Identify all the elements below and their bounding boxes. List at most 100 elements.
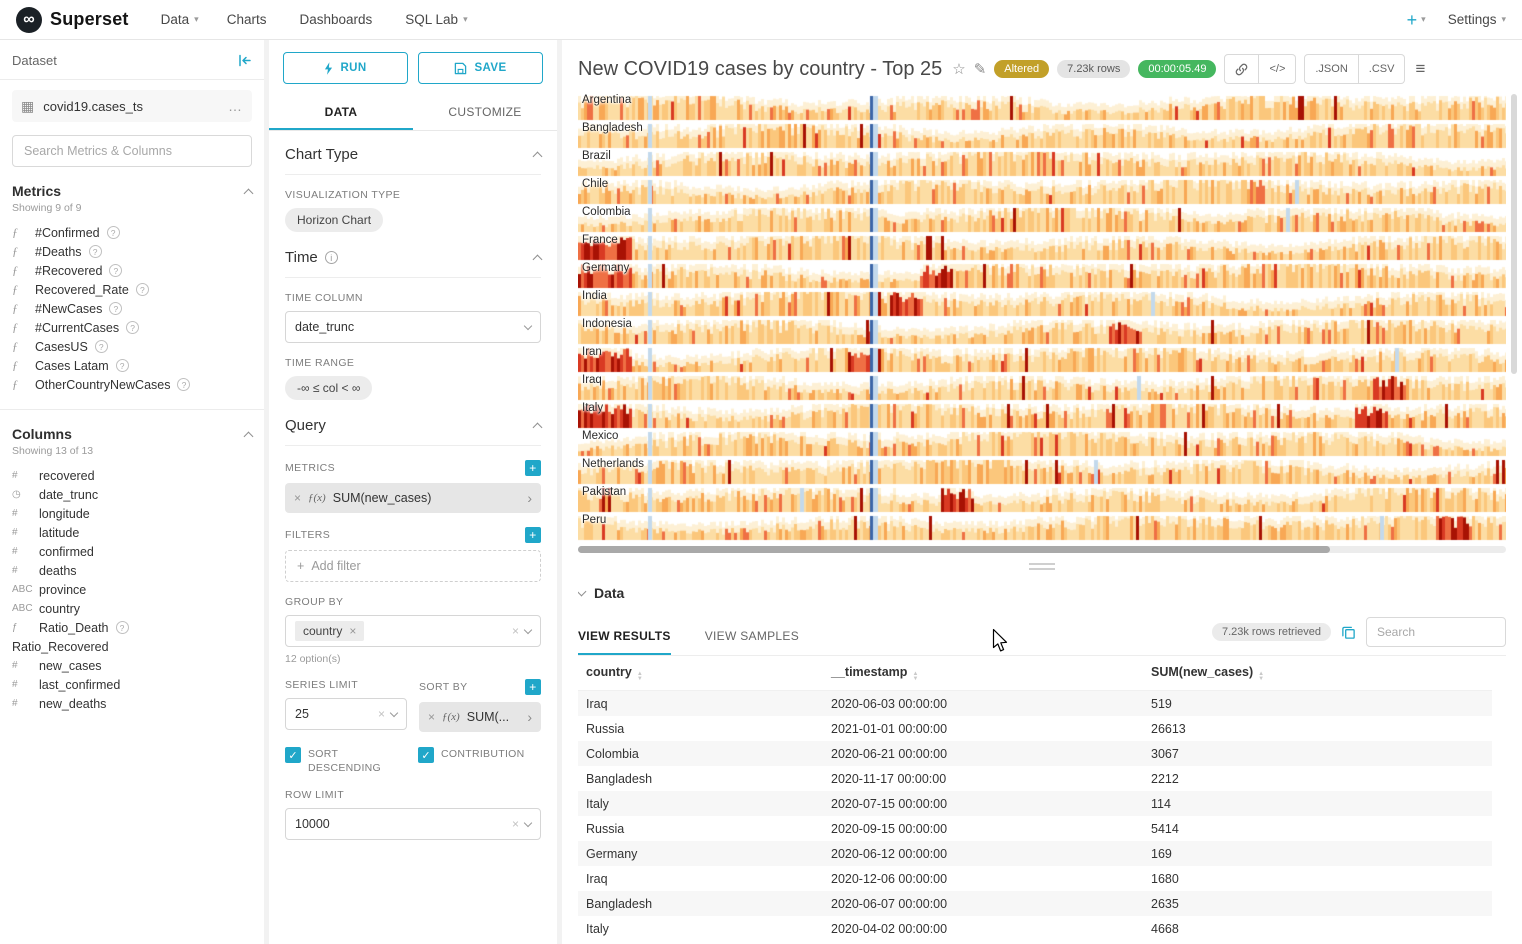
table-row[interactable]: Italy 2020-07-15 00:00:00 114 [578,791,1492,816]
table-row[interactable]: Colombia 2020-06-21 00:00:00 3067 [578,741,1492,766]
copy-link-button[interactable] [1224,54,1259,84]
table-row[interactable]: Iraq 2020-12-06 00:00:00 1680 [578,866,1492,891]
export-csv-button[interactable]: .CSV [1359,54,1406,84]
save-button[interactable]: SAVE [418,52,543,84]
table-row[interactable]: Bangladesh 2020-11-17 00:00:00 2212 [578,766,1492,791]
scrollbar-thumb[interactable] [578,546,1330,553]
sort-icon[interactable]: ▲▼ [912,672,918,682]
column-item[interactable]: ABC country [12,599,252,618]
dataset-more-menu[interactable]: … [228,98,243,114]
add-sort-button[interactable]: + [525,679,541,695]
column-item[interactable]: Ratio_Recovered [12,637,252,656]
sort-icon[interactable]: ▲▼ [637,672,643,682]
chart-horizontal-scrollbar[interactable] [578,546,1506,553]
column-header-timestamp[interactable]: __timestamp▲▼ [823,656,1143,691]
tab-view-results[interactable]: VIEW RESULTS [578,629,671,655]
series-limit-select[interactable]: 25 × [285,698,407,730]
collapse-panel-icon[interactable] [237,54,252,67]
favorite-star-icon[interactable]: ☆ [952,60,965,78]
horizon-chart[interactable]: ArgentinaBangladeshBrazilChileColombiaFr… [578,94,1506,542]
table-row[interactable]: Bangladesh 2020-06-07 00:00:00 2635 [578,891,1492,916]
group-by-tag[interactable]: country × [295,621,364,641]
add-filter-dropzone[interactable]: + Add filter [285,550,541,582]
query-section-title[interactable]: Query [285,417,541,446]
column-item[interactable]: # recovered [12,466,252,485]
remove-tag-icon[interactable]: × [349,624,356,638]
metric-item[interactable]: ƒ CasesUS ? [12,337,252,356]
sort-icon[interactable]: ▲▼ [1258,672,1264,682]
contribution-checkbox[interactable]: ✓ CONTRIBUTION [418,747,541,775]
settings-menu[interactable]: Settings ▾ [1448,12,1506,27]
metric-item[interactable]: ƒ #Deaths ? [12,242,252,261]
metric-item[interactable]: ƒ #Recovered ? [12,261,252,280]
table-row[interactable]: Russia 2021-01-01 00:00:00 26613 [578,716,1492,741]
table-row[interactable]: Russia 2020-09-15 00:00:00 5414 [578,816,1492,841]
superset-brand[interactable]: ∞ Superset [16,7,129,33]
chart-type-section-title[interactable]: Chart Type [285,146,541,175]
sort-descending-checkbox[interactable]: ✓ SORT DESCENDING [285,747,408,775]
column-item[interactable]: # last_confirmed [12,675,252,694]
add-metric-button[interactable]: + [525,460,541,476]
time-range-value[interactable]: -∞ ≤ col < ∞ [285,376,372,400]
column-item[interactable]: ƒ Ratio_Death ? [12,618,252,637]
metric-item[interactable]: ƒ #CurrentCases ? [12,318,252,337]
column-item[interactable]: # new_cases [12,656,252,675]
column-item[interactable]: # deaths [12,561,252,580]
time-section-title[interactable]: Time i [285,249,541,278]
metric-item[interactable]: ƒ #NewCases ? [12,299,252,318]
column-header-sum-new-cases[interactable]: SUM(new_cases)▲▼ [1143,656,1492,691]
nav-item[interactable]: SQL Lab ▾ [405,12,467,27]
table-row[interactable]: Italy 2020-04-02 00:00:00 4668 [578,916,1492,941]
caret-right-icon[interactable]: › [527,490,532,506]
sort-by-chip[interactable]: × ƒ(x) SUM(... › [419,702,541,732]
column-item[interactable]: # confirmed [12,542,252,561]
remove-sort-icon[interactable]: × [428,710,435,724]
caret-right-icon[interactable]: › [527,709,532,725]
metrics-header[interactable]: Metrics [12,183,252,199]
remove-metric-icon[interactable]: × [294,491,301,505]
metrics-columns-search-input[interactable] [12,135,252,167]
chart-menu-icon[interactable]: ≡ [1415,59,1425,79]
nav-item[interactable]: Charts [227,12,272,27]
table-row[interactable]: Iraq 2020-06-03 00:00:00 519 [578,691,1492,717]
dataset-selector[interactable]: ▦ covid19.cases_ts … [12,90,252,122]
column-item[interactable]: # longitude [12,504,252,523]
viz-type-value[interactable]: Horizon Chart [285,208,383,232]
nav-item[interactable]: Data ▾ [161,12,199,27]
copy-icon[interactable] [1341,625,1356,640]
metric-chip[interactable]: × ƒ(x) SUM(new_cases) › [285,483,541,513]
row-limit-select[interactable]: 10000 × [285,808,541,840]
clear-icon[interactable]: × [378,707,385,721]
time-column-select[interactable]: date_trunc [285,311,541,343]
chart-vertical-scrollbar[interactable] [1511,94,1517,374]
new-item-button[interactable]: + ▾ [1407,11,1426,29]
panel-resize-handle[interactable] [578,553,1506,579]
metric-item[interactable]: ƒ Recovered_Rate ? [12,280,252,299]
metric-item[interactable]: ƒ Cases Latam ? [12,356,252,375]
altered-badge[interactable]: Altered [994,60,1049,78]
tab-view-samples[interactable]: VIEW SAMPLES [705,629,799,655]
column-item[interactable]: # new_deaths [12,694,252,713]
clear-icon[interactable]: × [512,624,519,638]
group-by-select[interactable]: country × × [285,615,541,647]
run-button[interactable]: RUN [283,52,408,84]
nav-item[interactable]: Dashboards [299,12,377,27]
clear-icon[interactable]: × [512,817,519,831]
column-header-country[interactable]: country▲▼ [578,656,823,691]
metric-item[interactable]: ƒ #Confirmed ? [12,223,252,242]
column-item[interactable]: # latitude [12,523,252,542]
columns-header[interactable]: Columns [12,426,252,442]
data-section-toggle[interactable]: Data [578,579,1506,601]
edit-properties-icon[interactable]: ✎ [974,60,987,78]
tab-data[interactable]: DATA [269,96,413,130]
results-search-input[interactable] [1366,617,1506,647]
chart-title[interactable]: New COVID19 cases by country - Top 25 [578,58,942,81]
table-row[interactable]: Germany 2020-06-12 00:00:00 169 [578,841,1492,866]
column-item[interactable]: ◷ date_trunc [12,485,252,504]
metric-item[interactable]: ƒ OtherCountryNewCases ? [12,375,252,394]
embed-code-button[interactable]: </> [1259,54,1296,84]
export-json-button[interactable]: .JSON [1304,54,1358,84]
column-item[interactable]: ABC province [12,580,252,599]
add-filter-button[interactable]: + [525,527,541,543]
tab-customize[interactable]: CUSTOMIZE [413,96,557,130]
